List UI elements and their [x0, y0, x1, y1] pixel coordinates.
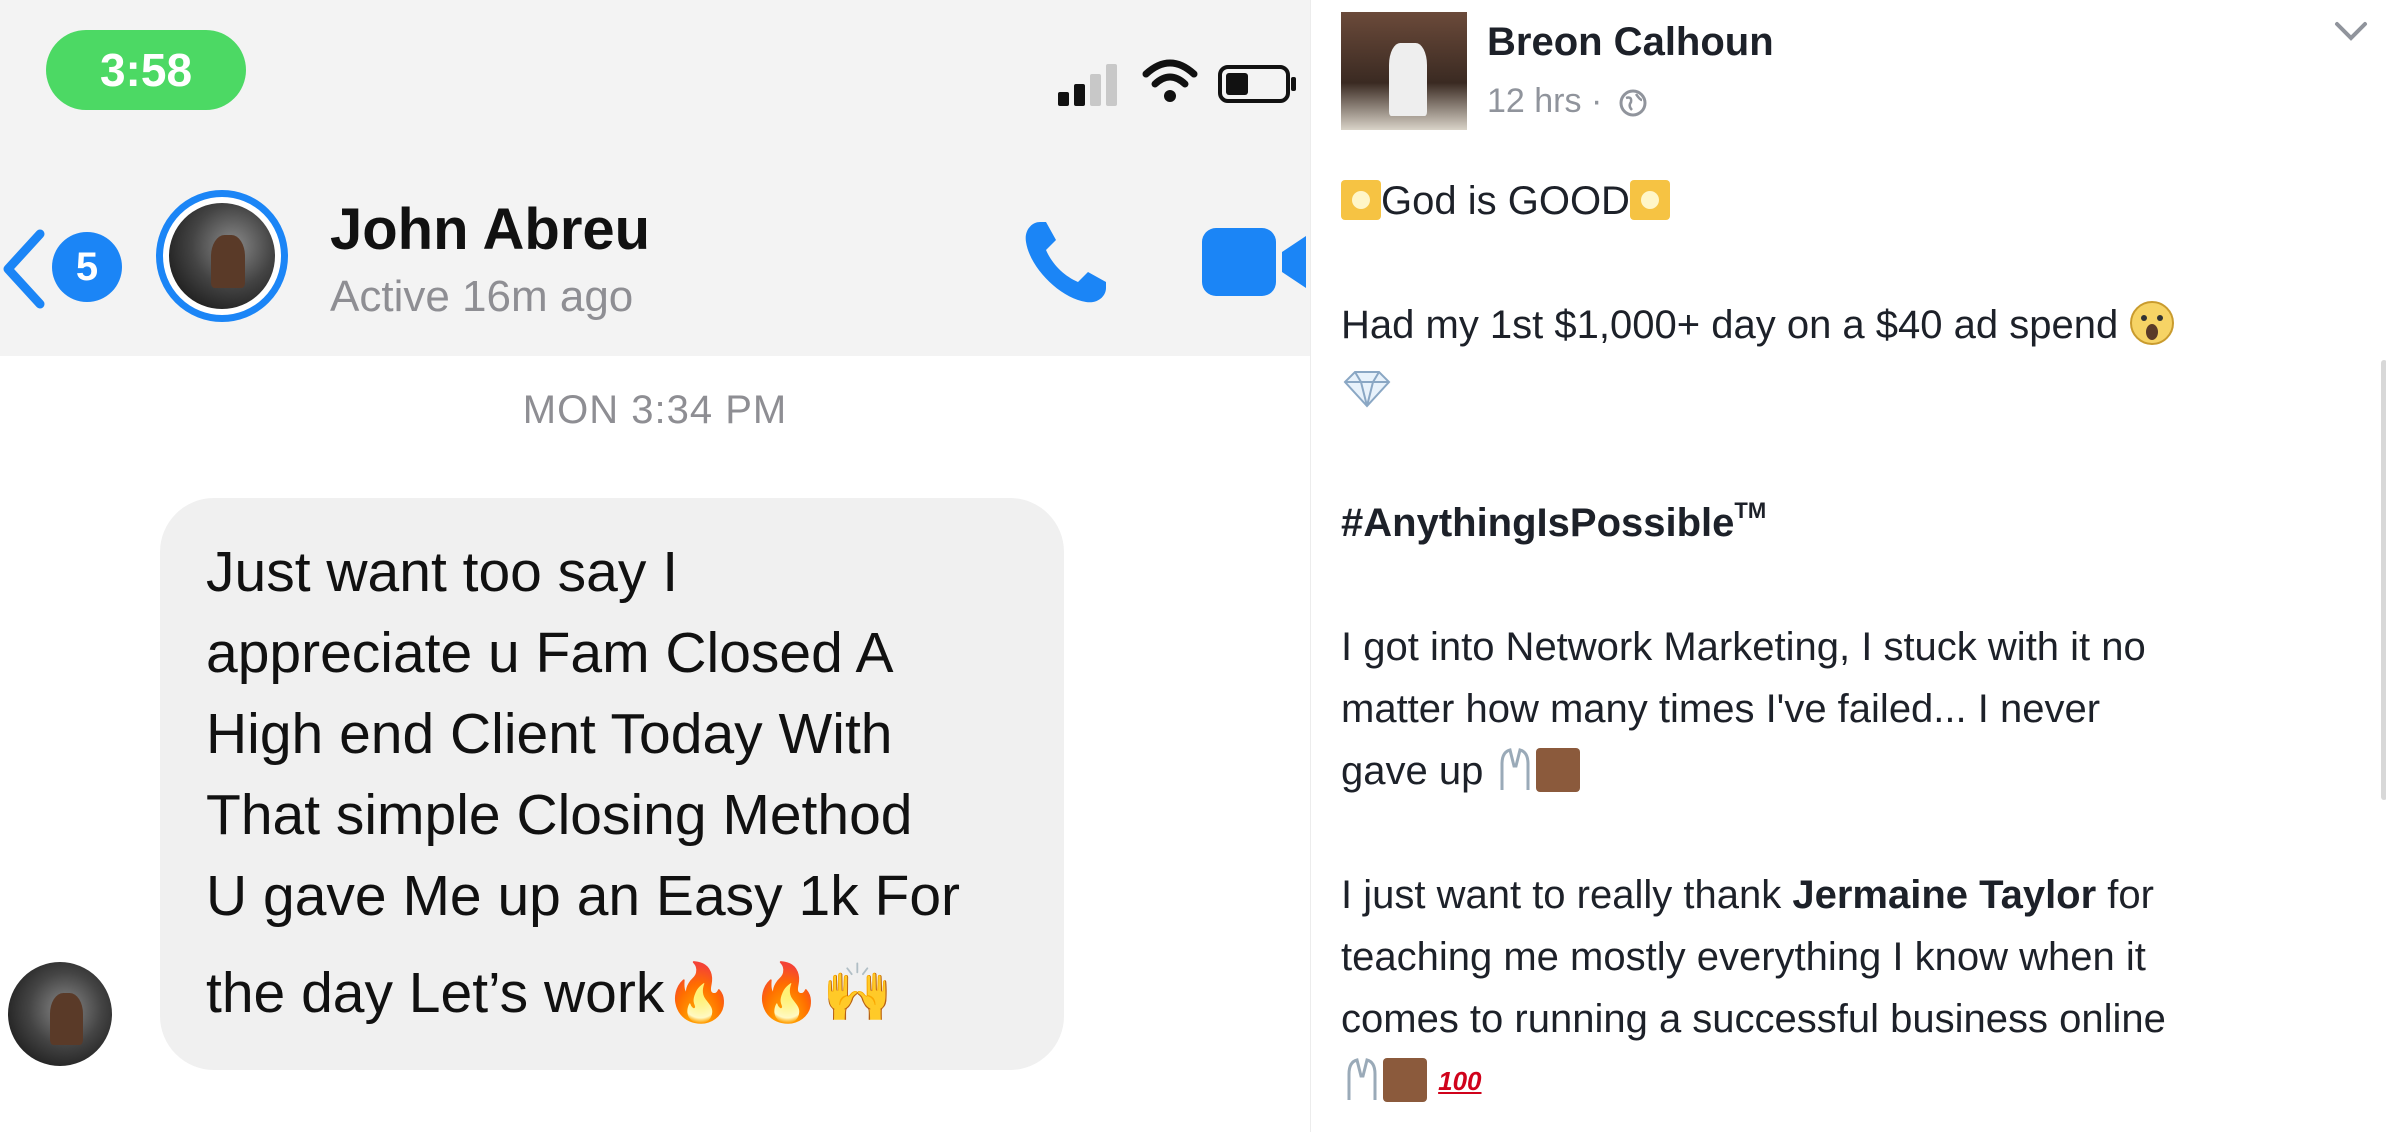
post-meta: 12 hrs ·: [1487, 82, 1648, 121]
message-line: That simple Closing Method: [206, 783, 913, 847]
post-options-chevron-icon[interactable]: [2331, 16, 2371, 46]
messenger-panel: 3:58 5 John Abreu Active 16m ago MON 3:3…: [0, 0, 1310, 1132]
contact-name[interactable]: John Abreu: [330, 196, 650, 263]
author-name[interactable]: Breon Calhoun: [1487, 20, 1774, 65]
post-paragraph-2: I just want to really thank Jermaine Tay…: [1341, 864, 2371, 1112]
cellular-signal-icon: [1058, 62, 1120, 106]
praying-hands-emoji-icon: [1347, 1058, 1377, 1100]
fire-fire-raised-hands-emoji: 🔥 🔥🙌: [664, 961, 894, 1025]
status-bar: 3:58: [0, 0, 1310, 180]
sender-avatar[interactable]: [8, 962, 112, 1066]
message-line: U gave Me up an Easy 1k For: [206, 864, 961, 928]
praying-hands-emoji-icon: [1500, 748, 1530, 790]
post-paragraph-1: I got into Network Marketing, I stuck wi…: [1341, 625, 2146, 793]
post-time: 12 hrs ·: [1487, 82, 1603, 120]
post-spend-line: Had my 1st $1,000+ day on a $40 ad spend: [1341, 294, 2371, 356]
contact-avatar-photo: [169, 203, 275, 309]
tagged-person-link[interactable]: Jermaine Taylor: [1792, 873, 2096, 917]
video-call-icon[interactable]: [1198, 222, 1310, 302]
skin-tone-modifier-icon: [1536, 748, 1581, 792]
message-last-line: the day Let’s work🔥 🔥🙌: [206, 953, 1018, 1034]
diamond-line: [1341, 356, 2371, 418]
message-line: Just want too say I: [206, 540, 679, 604]
contact-active-status: Active 16m ago: [330, 272, 634, 321]
sun-emoji-icon: [1341, 180, 1381, 220]
phone-call-icon[interactable]: [1020, 216, 1112, 308]
message-bubble[interactable]: Just want too say I appreciate u Fam Clo…: [160, 498, 1064, 1070]
message-timestamp: MON 3:34 PM: [522, 388, 788, 432]
status-time: 3:58: [46, 30, 246, 110]
post-headline: God is GOOD: [1341, 170, 2371, 232]
scrollbar[interactable]: [2381, 360, 2386, 800]
conversation-header: 5 John Abreu Active 16m ago: [0, 180, 1310, 356]
gem-emoji-icon: [1343, 371, 1391, 408]
post-hashtag[interactable]: #AnythingIsPossibleTM: [1341, 480, 2371, 554]
message-line: appreciate u Fam Closed A: [206, 621, 894, 685]
unread-count-badge[interactable]: 5: [52, 232, 122, 302]
hundred-points-emoji-icon: 100: [1438, 1066, 1482, 1096]
message-line: the day Let’s work: [206, 961, 665, 1025]
skin-tone-modifier-icon: [1383, 1058, 1427, 1102]
back-chevron-icon[interactable]: [0, 224, 48, 314]
battery-icon: [1218, 65, 1296, 103]
post-body: God is GOOD Had my 1st $1,000+ day on a …: [1341, 170, 2371, 1112]
sun-emoji-icon: [1629, 180, 1670, 220]
wifi-icon: [1142, 59, 1198, 102]
facebook-post: Breon Calhoun 12 hrs · God is GOOD Had m…: [1310, 0, 2386, 1132]
globe-icon: [1619, 89, 1647, 117]
screaming-face-emoji-icon: [2130, 301, 2175, 345]
message-line: High end Client Today With: [206, 702, 893, 766]
author-avatar[interactable]: [1341, 12, 1467, 130]
contact-avatar[interactable]: [156, 190, 288, 322]
